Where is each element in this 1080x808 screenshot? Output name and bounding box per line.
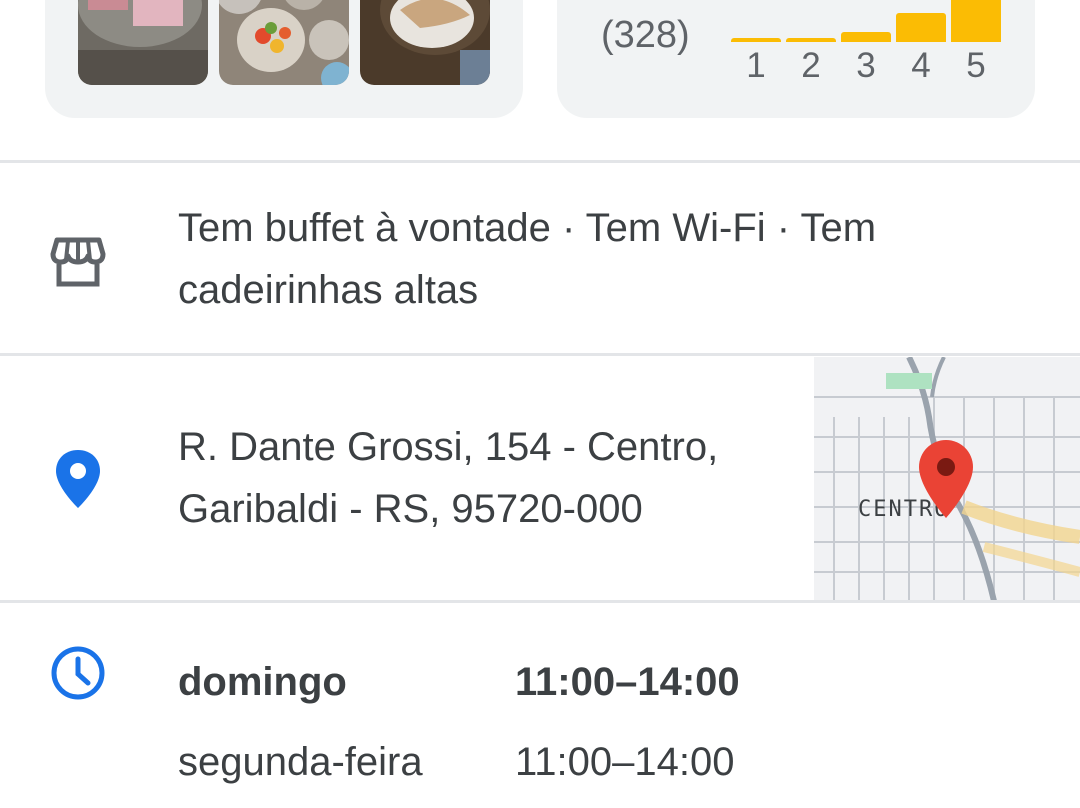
amenities-text[interactable]: Tem buffet à vontade · Tem Wi-Fi · Tem c… bbox=[178, 197, 958, 321]
rating-label-2: 2 bbox=[801, 46, 821, 85]
address-line-2[interactable]: Garibaldi - RS, 95720-000 bbox=[178, 478, 643, 540]
store-icon bbox=[50, 236, 106, 288]
divider bbox=[0, 600, 1080, 603]
rating-distribution: 1 2 3 4 5 bbox=[731, 0, 1031, 85]
rating-bar-4 bbox=[896, 13, 946, 42]
map-pin-icon bbox=[919, 440, 973, 518]
hours-day: segunda-feira bbox=[178, 740, 423, 784]
food-photo-1[interactable] bbox=[78, 0, 208, 85]
review-count: (328) bbox=[601, 14, 690, 56]
address-line-1[interactable]: R. Dante Grossi, 154 - Centro, bbox=[178, 416, 718, 478]
rating-bar-5 bbox=[951, 0, 1001, 42]
hours-time: 11:00–14:00 bbox=[515, 740, 735, 784]
rating-label-5: 5 bbox=[966, 46, 986, 85]
rating-label-3: 3 bbox=[856, 46, 876, 85]
rating-bar-2 bbox=[786, 38, 836, 42]
location-pin-icon bbox=[56, 450, 100, 508]
divider bbox=[0, 353, 1080, 356]
rating-label-1: 1 bbox=[746, 46, 766, 85]
rating-card[interactable]: (328) 1 2 3 4 5 bbox=[557, 0, 1035, 118]
map-thumbnail[interactable]: CENTRO bbox=[814, 357, 1080, 601]
food-photo-3[interactable] bbox=[360, 0, 490, 85]
food-photo-2[interactable] bbox=[219, 0, 349, 85]
rating-bar-1 bbox=[731, 38, 781, 42]
hours-time: 11:00–14:00 bbox=[515, 660, 740, 704]
rating-bar-3 bbox=[841, 32, 891, 42]
clock-icon bbox=[50, 645, 106, 701]
rating-label-4: 4 bbox=[911, 46, 931, 85]
divider bbox=[0, 160, 1080, 163]
hours-day: domingo bbox=[178, 660, 347, 704]
photos-card bbox=[45, 0, 523, 118]
